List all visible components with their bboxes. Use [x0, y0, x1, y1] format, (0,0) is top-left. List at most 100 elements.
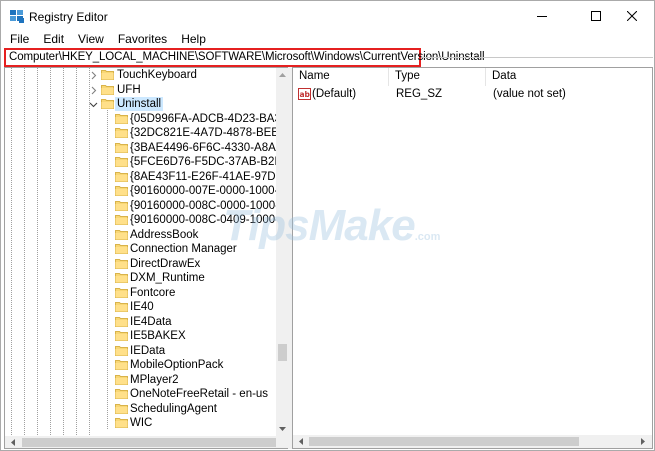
tree-item-label: {90160000-007E-0000-1000-000000 — [130, 185, 288, 197]
menu-edit[interactable]: Edit — [36, 31, 71, 48]
tree-vertical-scrollbar[interactable] — [276, 68, 288, 436]
address-path[interactable]: Computer\HKEY_LOCAL_MACHINE\SOFTWARE\Mic… — [9, 51, 485, 63]
watermark-suffix: .com — [414, 231, 441, 243]
address-bar[interactable]: Computer\HKEY_LOCAL_MACHINE\SOFTWARE\Mic… — [4, 48, 485, 67]
tree-item-label: MPlayer2 — [130, 373, 179, 386]
tree-item-label: IE40 — [130, 301, 154, 313]
tree-item-label: UFH — [117, 83, 141, 96]
scroll-left-arrow-icon[interactable] — [295, 435, 307, 448]
tree-item[interactable]: {3BAE4496-6F6C-4330-A8AA-B93D — [5, 141, 288, 156]
folder-icon — [115, 215, 128, 225]
folder-icon — [115, 331, 128, 341]
list-horizontal-scroll-thumb[interactable] — [309, 437, 579, 446]
folder-icon — [115, 316, 128, 327]
folder-icon — [115, 302, 128, 312]
close-button[interactable] — [609, 1, 654, 31]
tree-item[interactable]: OneNoteFreeRetail - en-us — [5, 387, 275, 402]
window-title: Registry Editor — [29, 10, 108, 24]
svg-text:ab: ab — [300, 90, 311, 99]
close-icon — [626, 11, 637, 21]
list-horizontal-scrollbar[interactable] — [293, 435, 652, 448]
watermark: TipsMake.com — [223, 201, 440, 251]
folder-icon — [115, 273, 128, 283]
menu-view[interactable]: View — [71, 31, 111, 48]
folder-icon — [115, 244, 128, 254]
tree-item[interactable]: SchedulingAgent — [5, 402, 275, 417]
tree-horizontal-scroll-thumb[interactable] — [22, 438, 277, 447]
menu-favorites[interactable]: Favorites — [111, 31, 174, 48]
scroll-down-arrow-icon[interactable] — [276, 422, 288, 436]
scroll-up-arrow-icon[interactable] — [276, 68, 288, 82]
tree-horizontal-scrollbar[interactable] — [5, 436, 277, 448]
menu-help[interactable]: Help — [174, 31, 213, 48]
tree-item-label: WIC — [130, 417, 153, 429]
scroll-left-arrow-icon[interactable] — [7, 436, 19, 448]
folder-icon — [115, 418, 128, 428]
column-header-data[interactable]: Data — [486, 68, 652, 86]
tree-item[interactable]: {05D996FA-ADCB-4D23-BA3C-A7C — [5, 112, 288, 127]
tree-item-label: TouchKeyboard — [117, 69, 197, 81]
folder-icon — [115, 403, 128, 414]
tree-item[interactable]: IE4Data — [5, 315, 275, 330]
folder-icon — [101, 84, 114, 95]
tree-item-label: OneNoteFreeRetail - en-us — [130, 388, 269, 400]
tree-item[interactable]: DirectDrawEx — [5, 257, 275, 272]
chevron-right-icon[interactable] — [89, 71, 98, 80]
tree-item[interactable]: Fontcore — [5, 286, 275, 301]
values-list-pane[interactable]: Name Type Data ab (Default) REG_SZ (valu… — [292, 67, 653, 449]
address-bar-underline — [421, 57, 653, 58]
tree-item-label: DirectDrawEx — [130, 257, 201, 270]
tree-item[interactable]: {90160000-007E-0000-1000-000000 — [5, 184, 288, 199]
column-header-type[interactable]: Type — [389, 68, 486, 86]
column-header-name[interactable]: Name — [293, 68, 389, 86]
folder-icon — [115, 200, 128, 211]
tree-item[interactable]: {32DC821E-4A7D-4878-BEE8-337F — [5, 126, 288, 141]
folder-icon — [115, 229, 128, 240]
tree-item[interactable]: IE40 — [5, 300, 275, 315]
tree-item[interactable]: {5FCE6D76-F5DC-37AB-B2B8-22A — [5, 155, 288, 170]
folder-icon — [115, 157, 128, 167]
folder-icon — [101, 70, 114, 80]
scroll-right-arrow-icon[interactable] — [637, 435, 649, 448]
tree-item[interactable]: DXM_Runtime — [5, 271, 275, 286]
tree-item[interactable]: IEData — [5, 344, 275, 359]
tree-item[interactable]: IE5BAKEX — [5, 329, 275, 344]
folder-icon — [115, 389, 128, 399]
tree-item[interactable]: TouchKeyboard — [5, 68, 275, 83]
folder-icon — [115, 258, 128, 269]
registry-editor-window: Registry Editor File Edit View Favorites… — [0, 0, 655, 451]
tree-item-label: Fontcore — [130, 286, 176, 299]
tree-item[interactable]: MPlayer2 — [5, 373, 275, 388]
tree-item[interactable]: UFH — [5, 83, 275, 98]
folder-icon — [115, 171, 128, 182]
tree-item[interactable]: WIC — [5, 416, 275, 431]
chevron-right-icon[interactable] — [89, 86, 98, 95]
tree-item[interactable]: {8AE43F11-E26F-41AE-97D0-51396 — [5, 170, 288, 185]
tree-item-label: IEData — [130, 344, 166, 357]
tree-item[interactable]: Uninstall — [5, 97, 275, 112]
tree-vertical-scroll-thumb[interactable] — [278, 344, 287, 361]
minimize-icon — [536, 16, 547, 17]
key-tree-pane[interactable]: TouchKeyboard UFH Uninstall {05D996FA-ADCB-… — [4, 67, 288, 449]
tree-item-label: AddressBook — [130, 228, 199, 241]
folder-icon — [115, 345, 128, 356]
menu-file[interactable]: File — [1, 31, 36, 48]
value-data: (value not set) — [493, 88, 566, 100]
tree-item-label: Uninstall — [115, 97, 164, 111]
folder-icon — [115, 186, 128, 196]
registry-app-icon — [10, 10, 24, 23]
folder-icon — [101, 99, 114, 109]
chevron-down-icon[interactable] — [89, 100, 98, 109]
tree-item-label: {32DC821E-4A7D-4878-BEE8-337F — [130, 127, 288, 139]
tree-item[interactable]: MobileOptionPack — [5, 358, 275, 373]
tree-item-label: SchedulingAgent — [130, 402, 217, 415]
value-type: REG_SZ — [396, 88, 443, 100]
folder-icon — [115, 287, 128, 298]
minimize-button[interactable] — [519, 1, 564, 31]
folder-icon — [115, 142, 128, 153]
title-bar[interactable]: Registry Editor — [1, 1, 654, 31]
tree-item-label: {3BAE4496-6F6C-4330-A8AA-B93D — [130, 141, 288, 154]
folder-icon — [115, 113, 128, 124]
tree-item-label: {8AE43F11-E26F-41AE-97D0-51396 — [130, 170, 288, 183]
tree-item-label: MobileOptionPack — [130, 359, 224, 371]
